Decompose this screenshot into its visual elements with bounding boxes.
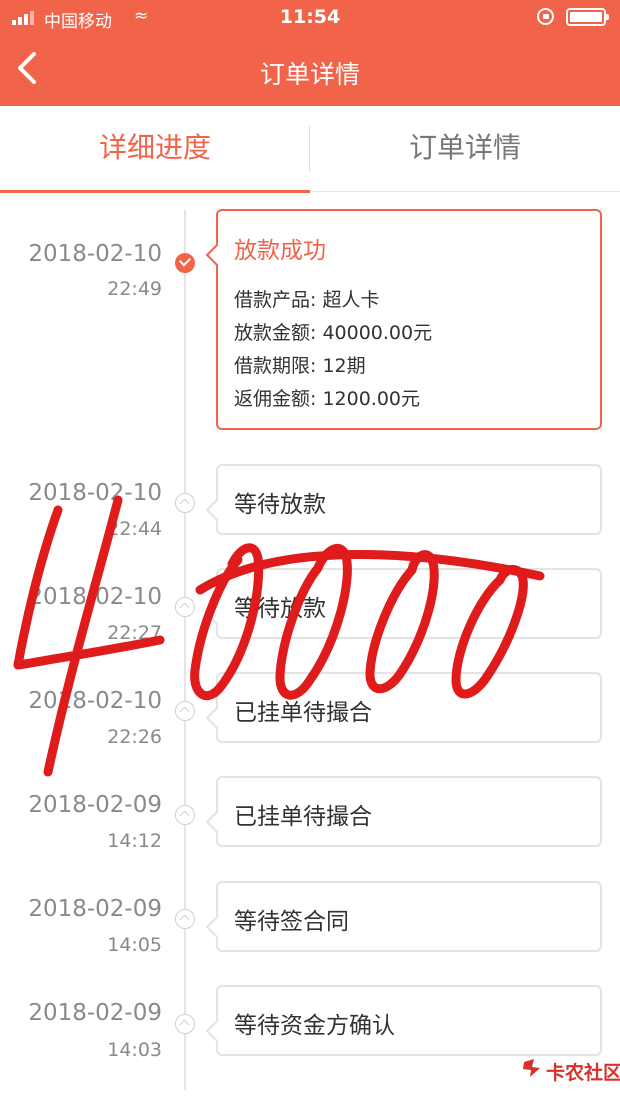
entry-time: 22:44	[107, 518, 162, 540]
tab-order-detail[interactable]: 订单详情	[310, 106, 620, 192]
status-card-active[interactable]: 放款成功 借款产品: 超人卡 放款金额: 40000.00元 借款期限: 12期…	[216, 209, 602, 430]
status-card[interactable]: 等待资金方确认	[216, 985, 602, 1056]
entry-time: 14:05	[107, 934, 162, 956]
entry-time: 22:49	[107, 278, 162, 300]
entry-date: 2018-02-10	[28, 241, 162, 267]
page-title: 订单详情	[259, 60, 360, 89]
header-bar: 中国移动 ≈ 11:54 订单详情	[0, 0, 620, 106]
status-card[interactable]: 已挂单待撮合	[216, 776, 602, 847]
loan-details: 借款产品: 超人卡 放款金额: 40000.00元 借款期限: 12期 返佣金额…	[234, 284, 432, 416]
entry-status: 等待放款	[234, 492, 326, 518]
entry-status: 已挂单待撮合	[234, 700, 372, 726]
status-card[interactable]: 已挂单待撮合	[216, 672, 602, 743]
entry-date: 2018-02-09	[28, 896, 162, 922]
check-circle-icon	[175, 253, 195, 273]
tab-progress[interactable]: 详细进度	[0, 106, 310, 193]
active-tab-indicator	[0, 190, 310, 193]
entry-status: 等待放款	[234, 596, 326, 622]
entry-date: 2018-02-09	[28, 792, 162, 818]
entry-time: 22:27	[107, 622, 162, 644]
entry-time: 14:12	[107, 830, 162, 852]
detail-amount: 放款金额: 40000.00元	[234, 322, 433, 344]
tab-order-detail-label: 订单详情	[408, 131, 521, 164]
entry-status: 放款成功	[234, 238, 326, 264]
chevron-up-circle-icon	[175, 701, 195, 721]
status-card[interactable]: 等待放款	[216, 464, 602, 535]
chevron-up-circle-icon	[175, 597, 195, 617]
chevron-up-circle-icon	[175, 493, 195, 513]
battery-icon	[566, 8, 609, 26]
entry-date: 2018-02-09	[28, 1000, 162, 1026]
entry-date: 2018-02-10	[28, 480, 162, 506]
tab-progress-label: 详细进度	[98, 131, 211, 164]
status-bar: 中国移动 ≈ 11:54	[0, 0, 620, 34]
entry-status: 等待资金方确认	[234, 1013, 395, 1039]
timeline-line	[184, 210, 186, 1090]
chevron-up-circle-icon	[175, 909, 195, 929]
detail-term: 借款期限: 12期	[234, 355, 366, 377]
entry-status: 等待签合同	[234, 909, 349, 935]
status-card[interactable]: 等待放款	[216, 568, 602, 639]
entry-date: 2018-02-10	[28, 688, 162, 714]
tab-bar: 详细进度 订单详情	[0, 106, 620, 193]
detail-product: 借款产品: 超人卡	[234, 289, 380, 311]
chevron-up-circle-icon	[175, 1014, 195, 1034]
entry-time: 14:03	[107, 1039, 162, 1061]
chevron-up-circle-icon	[175, 805, 195, 825]
watermark: 卡农社区	[520, 1050, 620, 1090]
entry-status: 已挂单待撮合	[234, 804, 372, 830]
clock-time: 11:54	[279, 6, 341, 28]
detail-rebate: 返佣金额: 1200.00元	[234, 388, 421, 410]
entry-date: 2018-02-10	[28, 584, 162, 610]
watermark-text: 卡农社区	[546, 1062, 620, 1084]
status-card[interactable]: 等待签合同	[216, 881, 602, 952]
entry-time: 22:26	[107, 726, 162, 748]
rotation-lock-icon	[537, 8, 554, 25]
logo-icon	[523, 1059, 540, 1077]
